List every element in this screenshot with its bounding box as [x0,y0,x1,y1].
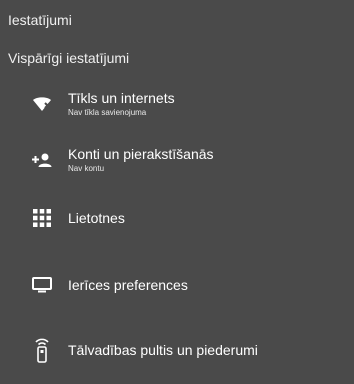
apps-grid-icon [28,204,56,232]
page-title: Iestatījumi [8,12,72,28]
tv-icon [28,271,56,299]
settings-item-label: Ierīces preferences [68,276,188,293]
settings-item-device-preferences[interactable]: Ierīces preferences [28,265,338,305]
settings-item-label: Konti un pierakstīšanās [68,146,214,162]
settings-item-subtitle: Nav kontu [68,164,105,173]
section-title: Vispārīgi iestatījumi [8,50,130,66]
add-account-icon [28,146,56,174]
settings-item-remotes[interactable]: Tālvadības pultis un piederumi [28,330,338,370]
remote-icon [28,336,56,364]
settings-item-network[interactable]: Tīkls un internets Nav tīkla savienojuma [28,84,338,124]
settings-panel: Iestatījumi Vispārīgi iestatījumi Tīkls … [0,0,354,384]
wifi-off-icon [28,90,56,118]
settings-item-label: Tālvadības pultis un piederumi [68,341,258,358]
settings-item-accounts[interactable]: Konti un pierakstīšanās Nav kontu [28,140,338,180]
settings-item-label: Lietotnes [68,209,125,226]
settings-item-apps[interactable]: Lietotnes [28,198,338,238]
settings-item-subtitle: Nav tīkla savienojuma [68,108,147,117]
settings-item-label: Tīkls un internets [68,90,175,106]
